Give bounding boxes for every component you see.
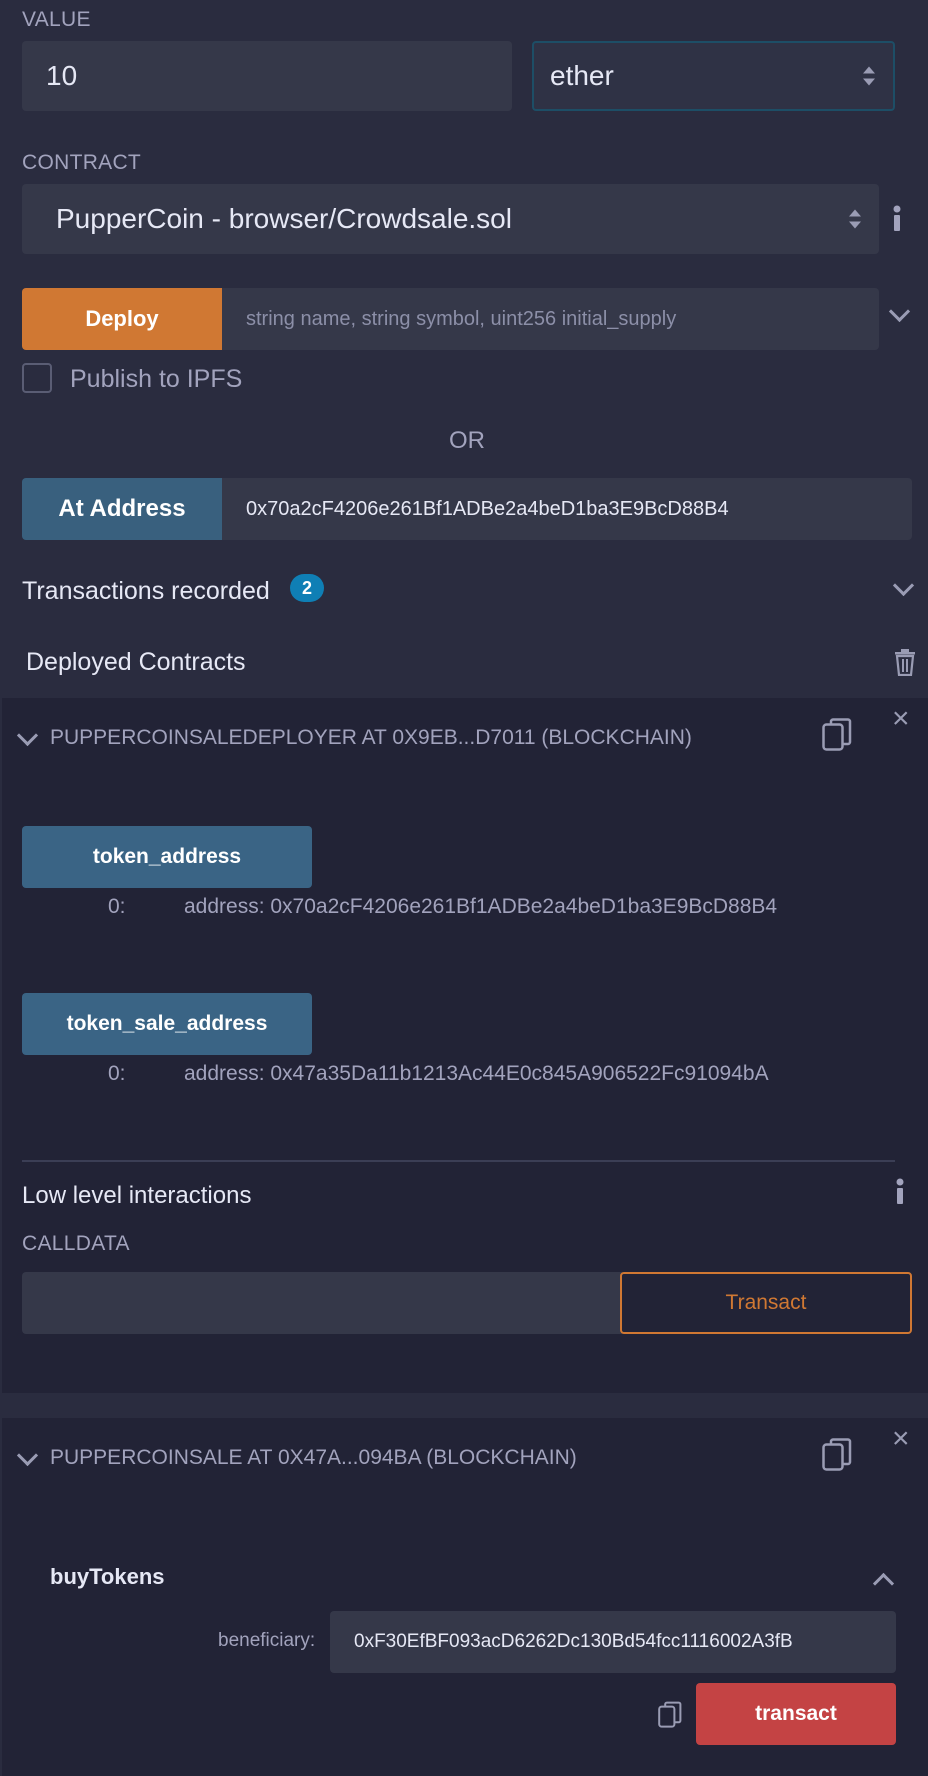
beneficiary-value: 0xF30EfBF093acD6262Dc130Bd54fcc1116002A3… xyxy=(354,1631,793,1652)
value-label: VALUE xyxy=(22,8,91,31)
beneficiary-label: beneficiary: xyxy=(218,1630,316,1651)
info-icon[interactable] xyxy=(893,1177,907,1207)
contract-value: PupperCoin - browser/Crowdsale.sol xyxy=(56,203,512,234)
unit-value: ether xyxy=(550,60,614,91)
deploy-button[interactable]: Deploy xyxy=(22,288,222,350)
result-index: 0: xyxy=(108,1062,126,1085)
unit-select[interactable]: ether xyxy=(532,41,895,111)
at-address-input[interactable]: 0x70a2cF4206e261Bf1ADBe2a4beD1ba3E9BcD88… xyxy=(222,478,912,540)
token-address-button[interactable]: token_address xyxy=(22,826,312,888)
publish-ipfs-label: Publish to IPFS xyxy=(70,365,243,393)
calldata-input[interactable] xyxy=(22,1272,622,1334)
token-sale-address-button[interactable]: token_sale_address xyxy=(22,993,312,1055)
constructor-args-placeholder: string name, string symbol, uint256 init… xyxy=(246,307,677,330)
token-address-result: address: 0x70a2cF4206e261Bf1ADBe2a4beD1b… xyxy=(184,895,778,918)
select-arrows-icon xyxy=(849,209,861,229)
expand-chevron-icon[interactable] xyxy=(888,300,911,323)
transactions-expand-icon[interactable] xyxy=(892,574,915,597)
select-arrows-icon xyxy=(863,66,875,86)
transact-low-level-button[interactable]: Transact xyxy=(620,1272,912,1334)
result-index: 0: xyxy=(108,895,126,918)
instance-title[interactable]: PUPPERCOINSALE AT 0X47A...094BA (BLOCKCH… xyxy=(50,1446,577,1470)
copy-address-icon[interactable] xyxy=(822,1438,852,1477)
divider xyxy=(22,1160,895,1162)
trash-icon[interactable] xyxy=(893,648,917,677)
deployed-contracts-title: Deployed Contracts xyxy=(26,648,246,676)
buytokens-title[interactable]: buyTokens xyxy=(50,1564,165,1590)
value-amount: 10 xyxy=(46,60,78,91)
transactions-recorded-label: Transactions recorded xyxy=(22,577,270,605)
or-label: OR xyxy=(449,427,485,454)
contract-select[interactable]: PupperCoin - browser/Crowdsale.sol xyxy=(22,184,879,254)
close-instance-icon[interactable]: × xyxy=(892,1424,910,1454)
publish-ipfs-checkbox[interactable] xyxy=(22,363,52,393)
constructor-args-input[interactable]: string name, string symbol, uint256 init… xyxy=(222,288,879,350)
instance-collapse-chevron-icon[interactable] xyxy=(16,1444,39,1467)
at-address-button[interactable]: At Address xyxy=(22,478,222,540)
transact-button[interactable]: transact xyxy=(696,1683,896,1745)
info-icon[interactable] xyxy=(890,204,904,234)
collapse-function-chevron-icon[interactable] xyxy=(872,1572,895,1595)
instance-title[interactable]: PUPPERCOINSALEDEPLOYER AT 0X9EB...D7011 … xyxy=(50,726,692,750)
calldata-label: CALLDATA xyxy=(22,1232,130,1255)
token-sale-address-result: address: 0x47a35Da11b1213Ac44E0c845A9065… xyxy=(184,1062,769,1085)
copy-address-icon[interactable] xyxy=(822,718,852,757)
contract-label: CONTRACT xyxy=(22,151,142,174)
copy-calldata-icon[interactable] xyxy=(658,1701,682,1734)
instance-collapse-chevron-icon[interactable] xyxy=(16,724,39,747)
contract-instance-deployer: PUPPERCOINSALEDEPLOYER AT 0X9EB...D7011 … xyxy=(2,698,928,1393)
transactions-count-badge: 2 xyxy=(290,574,324,602)
value-input[interactable]: 10 xyxy=(22,41,512,111)
low-level-interactions-title: Low level interactions xyxy=(22,1182,252,1209)
close-instance-icon[interactable]: × xyxy=(892,704,910,734)
at-address-value: 0x70a2cF4206e261Bf1ADBe2a4beD1ba3E9BcD88… xyxy=(246,497,729,520)
beneficiary-input[interactable]: 0xF30EfBF093acD6262Dc130Bd54fcc1116002A3… xyxy=(330,1611,896,1673)
contract-instance-sale: PUPPERCOINSALE AT 0X47A...094BA (BLOCKCH… xyxy=(2,1418,928,1776)
